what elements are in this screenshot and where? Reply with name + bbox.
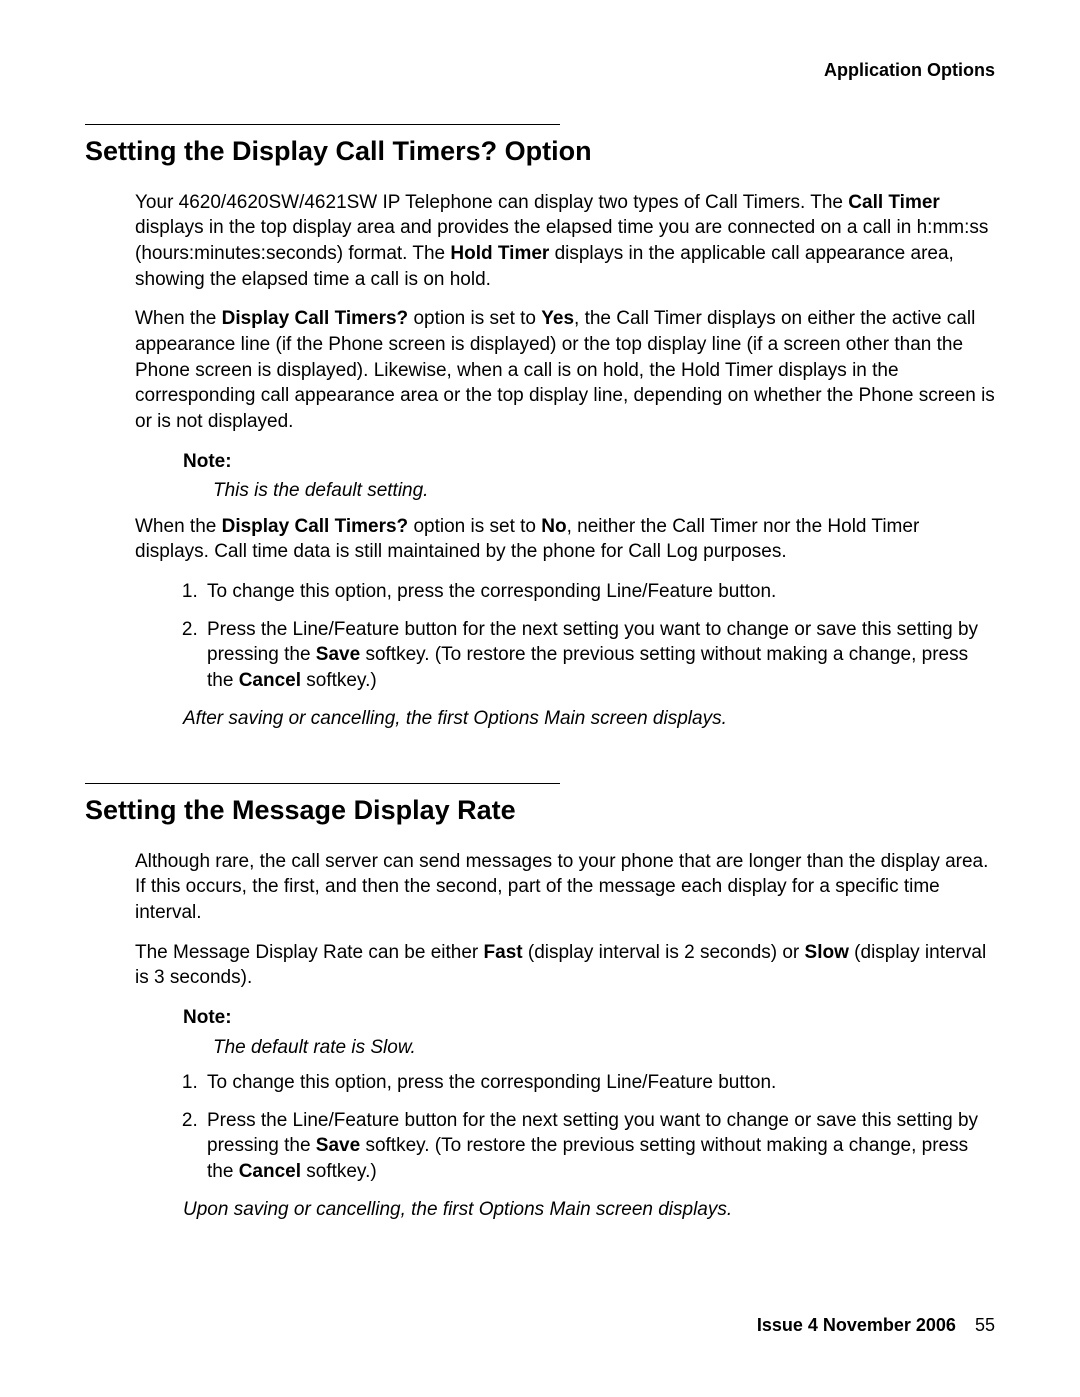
text: Your 4620/4620SW/4621SW IP Telephone can… (135, 192, 848, 213)
bold: Save (316, 1135, 360, 1156)
text: option is set to (408, 516, 541, 537)
section-gap (85, 749, 995, 783)
bold: Display Call Timers? (222, 308, 409, 329)
issue-label: Issue 4 November 2006 (757, 1315, 956, 1335)
text: The Message Display Rate can be either (135, 942, 484, 963)
note-label: Note: (183, 449, 995, 475)
step-1: To change this option, press the corresp… (203, 579, 995, 605)
text: (display interval is 2 seconds) or (523, 942, 805, 963)
section1-title: Setting the Display Call Timers? Option (85, 133, 995, 169)
section2-body: Although rare, the call server can send … (135, 849, 995, 1223)
note-body: This is the default setting. (213, 478, 995, 504)
bold: Call Timer (848, 192, 940, 213)
bold: No (541, 516, 566, 537)
bold: Cancel (239, 1161, 301, 1182)
section-rule (85, 124, 560, 125)
page-number: 55 (975, 1315, 995, 1335)
section1-p3: When the Display Call Timers? option is … (135, 514, 995, 565)
step-2: Press the Line/Feature button for the ne… (203, 1108, 995, 1185)
section2-p1: Although rare, the call server can send … (135, 849, 995, 926)
bold: Cancel (239, 670, 301, 691)
section2-after-note: Upon saving or cancelling, the first Opt… (183, 1197, 995, 1223)
note-body: The default rate is Slow. (213, 1035, 995, 1061)
text: softkey.) (301, 1161, 377, 1182)
step-2: Press the Line/Feature button for the ne… (203, 617, 995, 694)
bold: Hold Timer (450, 243, 549, 264)
section1-p2: When the Display Call Timers? option is … (135, 306, 995, 434)
section1-steps: To change this option, press the corresp… (135, 579, 995, 694)
section1-body: Your 4620/4620SW/4621SW IP Telephone can… (135, 190, 995, 732)
section2-title: Setting the Message Display Rate (85, 792, 995, 828)
bold: Display Call Timers? (222, 516, 409, 537)
page: Application Options Setting the Display … (0, 0, 1080, 1397)
step-1: To change this option, press the corresp… (203, 1070, 995, 1096)
bold: Fast (484, 942, 523, 963)
page-footer: Issue 4 November 2006 55 (757, 1313, 995, 1337)
section2-steps: To change this option, press the corresp… (135, 1070, 995, 1185)
note-label: Note: (183, 1005, 995, 1031)
section1-after-note: After saving or cancelling, the first Op… (183, 706, 995, 732)
bold: Slow (805, 942, 849, 963)
text: softkey.) (301, 670, 377, 691)
section1-p1: Your 4620/4620SW/4621SW IP Telephone can… (135, 190, 995, 293)
text: When the (135, 308, 222, 329)
bold: Save (316, 644, 360, 665)
section-rule (85, 783, 560, 784)
text: When the (135, 516, 222, 537)
section2-p2: The Message Display Rate can be either F… (135, 940, 995, 991)
text: option is set to (408, 308, 541, 329)
bold: Yes (541, 308, 574, 329)
running-header: Application Options (85, 58, 995, 82)
